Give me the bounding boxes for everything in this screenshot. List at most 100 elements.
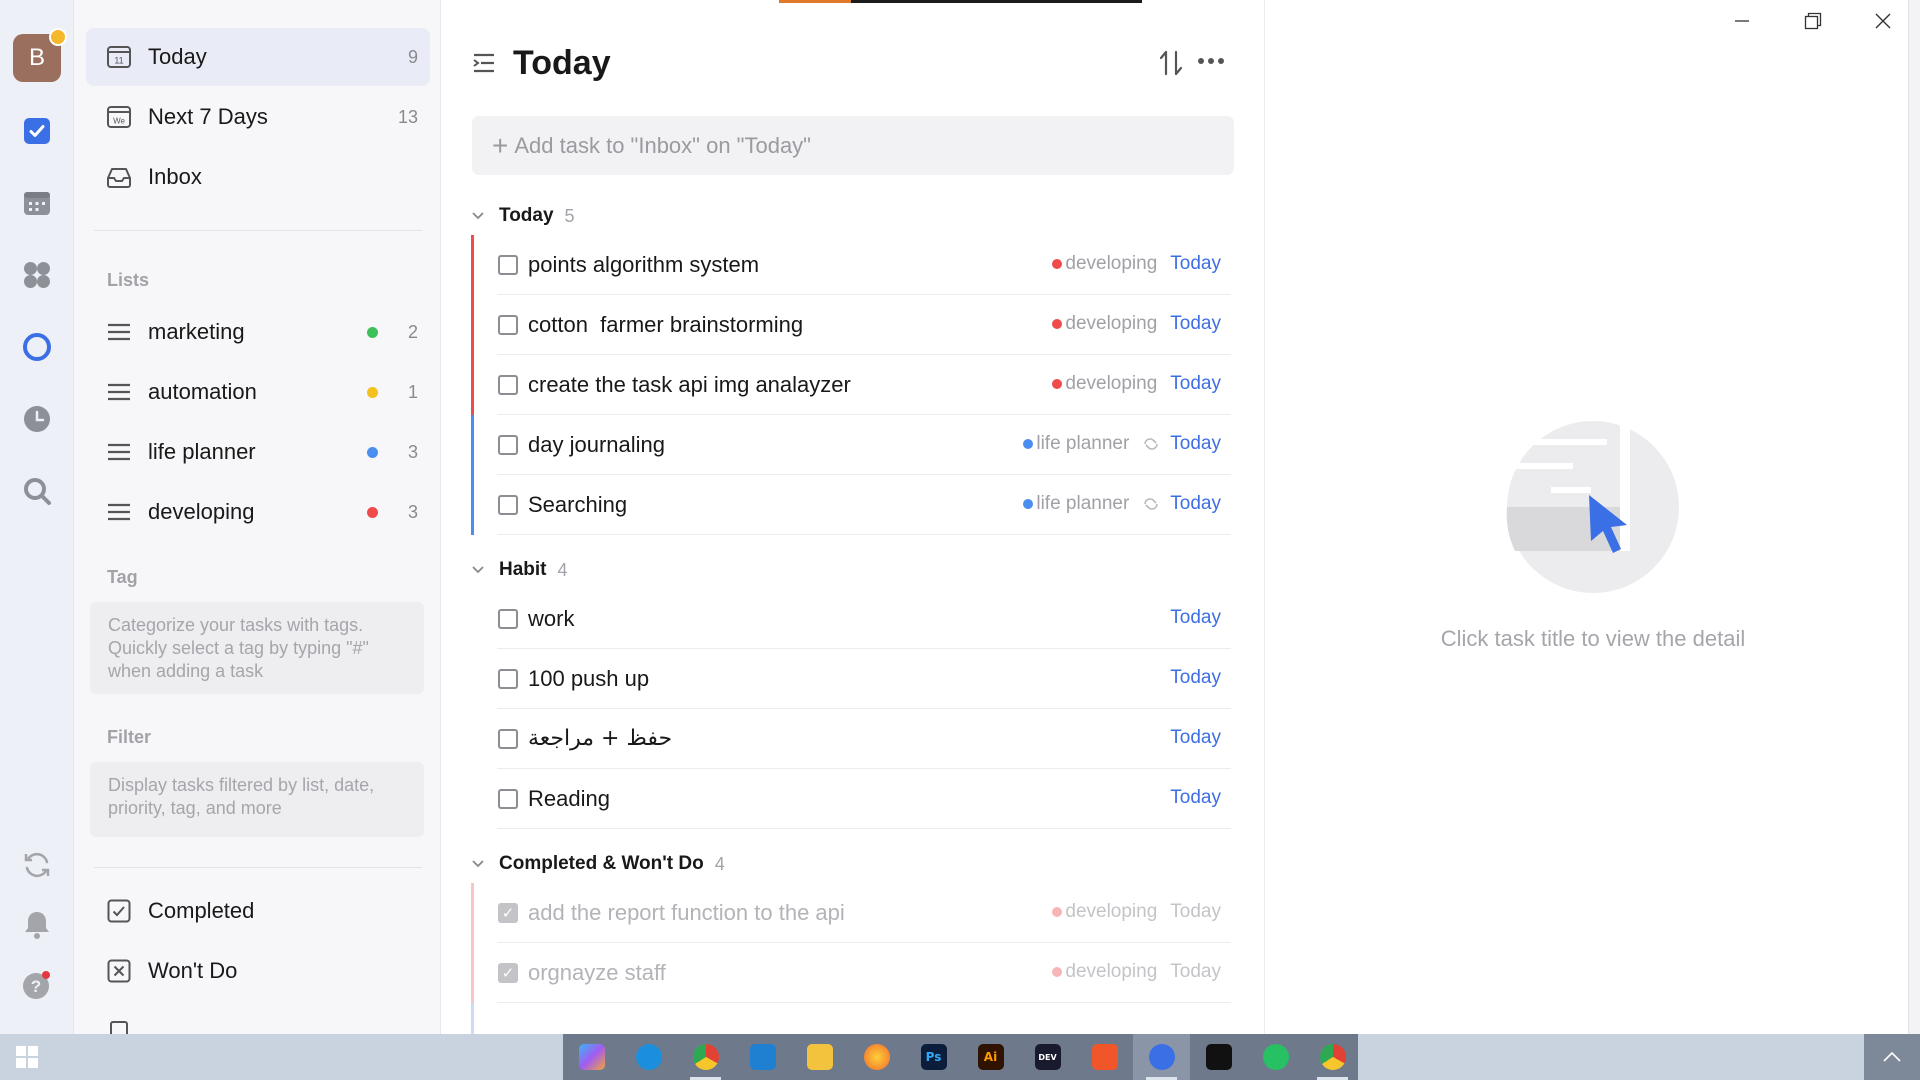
windows-logo-icon (16, 1046, 38, 1068)
search-nav-button[interactable] (12, 466, 62, 516)
task-row-partial[interactable] (471, 1003, 1231, 1034)
task-checkbox[interactable] (498, 495, 518, 515)
taskbar-file-explorer[interactable] (791, 1034, 848, 1080)
sidebar-item-trash[interactable] (86, 1002, 430, 1034)
task-row[interactable]: ✓ add the report function to the api dev… (471, 883, 1231, 943)
sidebar-item-developing[interactable]: developing 3 (86, 483, 430, 541)
sidebar-item-life-planner[interactable]: life planner 3 (86, 423, 430, 481)
sidebar-item-inbox[interactable]: Inbox (86, 148, 430, 206)
matrix-nav-button[interactable] (12, 250, 62, 300)
task-title[interactable]: add the report function to the api (528, 900, 845, 926)
task-title[interactable]: work (528, 606, 574, 632)
task-checkbox[interactable] (498, 789, 518, 809)
sync-button[interactable] (12, 840, 62, 890)
task-due-date[interactable]: Today (1170, 373, 1221, 395)
task-checkbox-checked[interactable]: ✓ (498, 903, 518, 923)
task-due-date[interactable]: Today (1170, 667, 1221, 689)
minimize-button[interactable] (1712, 2, 1772, 40)
taskbar-vscode[interactable] (734, 1034, 791, 1080)
task-title[interactable]: Searching (528, 492, 627, 518)
task-title[interactable]: orgnayze staff (528, 960, 666, 986)
taskbar-chrome-profile[interactable] (1304, 1034, 1361, 1080)
task-row[interactable]: points algorithm system developing Today (471, 235, 1231, 295)
task-title[interactable]: create the task api img analayzer (528, 372, 851, 398)
sidebar-item-completed[interactable]: Completed (86, 882, 430, 940)
task-title[interactable]: day journaling (528, 432, 665, 458)
sidebar-item-automation[interactable]: automation 1 (86, 363, 430, 421)
taskbar-chrome[interactable] (677, 1034, 734, 1080)
tasks-nav-button[interactable] (12, 106, 62, 156)
taskbar-dev[interactable]: DEV (1019, 1034, 1076, 1080)
system-tray-toggle[interactable] (1864, 1034, 1920, 1080)
notifications-button[interactable] (12, 900, 62, 950)
task-checkbox-checked[interactable]: ✓ (498, 963, 518, 983)
task-checkbox[interactable] (498, 315, 518, 335)
task-checkbox[interactable] (498, 609, 518, 629)
taskbar-copilot[interactable] (563, 1034, 620, 1080)
task-checkbox[interactable] (498, 669, 518, 689)
add-task-input[interactable]: + Add task to "Inbox" on "Today" (472, 116, 1234, 175)
menu-fold-icon (473, 53, 494, 73)
task-title[interactable]: 100 push up (528, 666, 649, 692)
task-row[interactable]: create the task api img analayzer develo… (471, 355, 1231, 415)
task-due-date[interactable]: Today (1170, 787, 1221, 809)
task-row[interactable]: ✓ orgnayze staff developing Today (471, 943, 1231, 1003)
task-title[interactable]: حفظ + مراجعة (528, 726, 672, 751)
taskbar-illustrator[interactable]: Ai (962, 1034, 1019, 1080)
start-button[interactable] (0, 1034, 54, 1080)
task-row[interactable]: work Today (471, 589, 1231, 649)
close-button[interactable] (1853, 2, 1913, 40)
task-title[interactable]: points algorithm system (528, 252, 759, 278)
task-due-date[interactable]: Today (1170, 727, 1221, 749)
calendar-nav-button[interactable] (12, 178, 62, 228)
tag-section-header[interactable]: Tag (107, 567, 138, 588)
task-row[interactable]: cotton farmer brainstorming developing T… (471, 295, 1231, 355)
sidebar-item-marketing[interactable]: marketing 2 (86, 303, 430, 361)
taskbar-edge[interactable] (620, 1034, 677, 1080)
more-options-button[interactable] (1197, 52, 1225, 70)
task-due-date[interactable]: Today (1170, 901, 1221, 923)
pomodoro-nav-button[interactable] (12, 394, 62, 444)
sidebar-item-next-7-days[interactable]: We Next 7 Days 13 (86, 88, 430, 146)
group-header-habit[interactable]: Habit 4 (471, 559, 568, 581)
help-button[interactable]: ? (12, 960, 62, 1010)
task-due-date[interactable]: Today (1170, 253, 1221, 275)
filter-section-header[interactable]: Filter (107, 727, 151, 748)
task-checkbox[interactable] (498, 375, 518, 395)
task-row[interactable]: حفظ + مراجعة Today (471, 709, 1231, 769)
taskbar-notion[interactable] (1190, 1034, 1247, 1080)
task-due-date[interactable]: Today (1170, 433, 1221, 455)
task-row[interactable]: Reading Today (471, 769, 1231, 829)
task-row[interactable]: Searching life planner Today (471, 475, 1231, 535)
taskbar-whatsapp[interactable] (1247, 1034, 1304, 1080)
task-row[interactable]: day journaling life planner Today (471, 415, 1231, 475)
taskbar-photoshop[interactable]: Ps (905, 1034, 962, 1080)
group-title: Habit (499, 559, 547, 580)
sidebar-item-wont-do[interactable]: Won't Do (86, 942, 430, 1000)
sort-button[interactable] (1159, 48, 1183, 83)
restore-button[interactable] (1783, 2, 1843, 40)
sidebar-item-today[interactable]: 11 Today 9 (86, 28, 430, 86)
taskbar-brave[interactable] (1076, 1034, 1133, 1080)
task-due-date[interactable]: Today (1170, 313, 1221, 335)
sidebar-item-count: 3 (407, 501, 418, 522)
lists-section-header[interactable]: Lists (107, 270, 149, 291)
task-due-date[interactable]: Today (1170, 607, 1221, 629)
taskbar-ticktick[interactable] (1133, 1034, 1190, 1080)
task-meta: Today (1170, 787, 1221, 809)
task-due-date[interactable]: Today (1170, 961, 1221, 983)
collapse-sidebar-button[interactable] (472, 52, 496, 79)
group-header-completed[interactable]: Completed & Won't Do 4 (471, 853, 725, 875)
group-header-today[interactable]: Today 5 (471, 205, 575, 227)
task-checkbox[interactable] (498, 255, 518, 275)
focus-nav-button[interactable] (12, 322, 62, 372)
task-title[interactable]: Reading (528, 786, 610, 812)
empty-detail-text: Click task title to view the detail (1440, 626, 1746, 651)
taskbar-firefox[interactable] (848, 1034, 905, 1080)
task-checkbox[interactable] (498, 729, 518, 749)
task-title[interactable]: cotton farmer brainstorming (528, 312, 803, 338)
task-checkbox[interactable] (498, 435, 518, 455)
row-divider (497, 534, 1231, 535)
task-row[interactable]: 100 push up Today (471, 649, 1231, 709)
task-due-date[interactable]: Today (1170, 493, 1221, 515)
